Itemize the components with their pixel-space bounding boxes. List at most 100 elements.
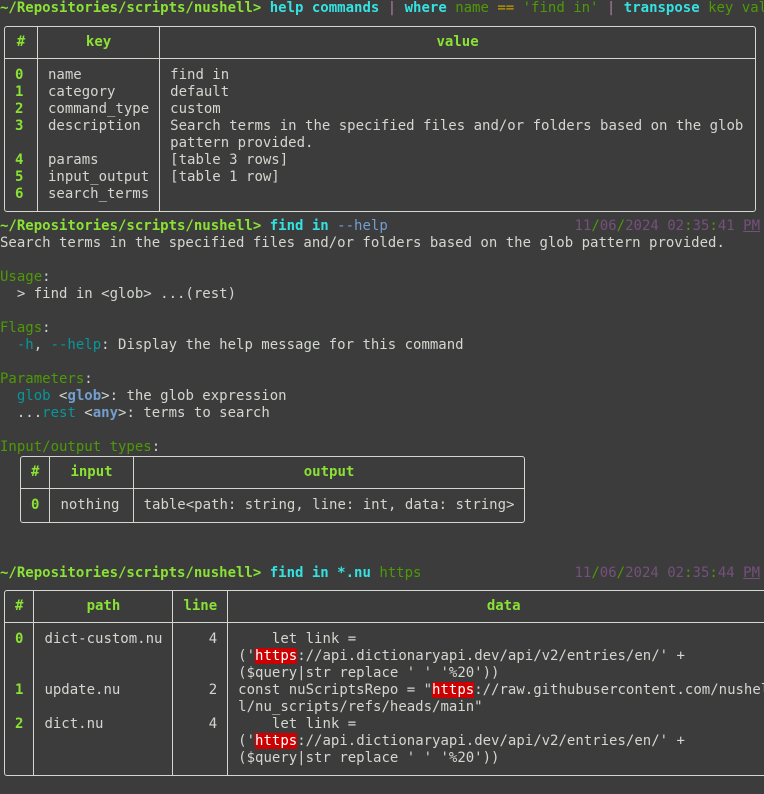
data-line: ($query|str replace ' ' '%20')) <box>238 750 500 766</box>
command-token: --help <box>337 218 388 234</box>
cell-key: command_type <box>37 101 159 118</box>
cell-key: search_terms <box>37 186 159 211</box>
command-text: help commands | where name == 'find in' … <box>270 0 764 16</box>
data-line: ($query|str replace ' ' '%20')) <box>238 665 500 681</box>
prompt-line-2: ~/Repositories/scripts/nushell> find in … <box>0 218 764 235</box>
command-token: where <box>404 0 447 16</box>
cell-key: input_output <box>37 169 159 186</box>
param-rest: ...rest <any>: terms to search <box>16 405 270 421</box>
table-row: 1 update.nu 2 const nuScriptsRepo = "https:… <box>5 682 764 716</box>
match-highlight: https <box>432 682 475 698</box>
match-highlight: https <box>255 648 298 664</box>
cell-input: nothing <box>49 489 132 522</box>
params-section: Parameters: <box>0 371 93 387</box>
flag-desc: : Display the help message for this comm… <box>101 337 464 353</box>
table-row: 2 command_type custom <box>5 101 755 118</box>
timestamp-month: 11 <box>574 565 592 581</box>
col-header-line: line <box>172 591 228 623</box>
command-text: find in --help <box>270 218 388 234</box>
row-index: 6 <box>15 186 24 202</box>
timestamp-m: 35 <box>692 218 710 234</box>
timestamp-ampm: PM <box>743 565 760 581</box>
row-index: 5 <box>15 169 24 185</box>
cell-data: let link = ('https://api.dictionaryapi.d… <box>227 623 764 682</box>
terminal: ~/Repositories/scripts/nushell> help com… <box>0 0 764 776</box>
param-name: rest <box>42 405 76 421</box>
flags-section: Flags: <box>0 320 51 336</box>
cell-data: let link = ('https://api.dictionaryapi.d… <box>227 716 764 775</box>
cell-value: default <box>159 84 755 101</box>
cell-output: table<path: string, line: int, data: str… <box>132 489 525 522</box>
timestamp-s: 44 <box>717 565 735 581</box>
io-table: # input output 0 nothing table<path: str… <box>20 456 526 523</box>
usage-header: Usage <box>0 269 43 285</box>
timestamp-h: 02 <box>667 218 685 234</box>
cell-path: dict.nu <box>33 716 172 775</box>
data-line: ('https://api.dictionaryapi.dev/api/v2/e… <box>238 733 685 749</box>
col-header-index: # <box>5 591 34 623</box>
row-index: 0 <box>15 67 24 83</box>
prompt-path: ~/Repositories/scripts/nushell> <box>0 565 262 581</box>
param-type: glob <box>67 388 102 404</box>
usage-section: Usage: <box>0 269 51 285</box>
row-index: 0 <box>15 631 24 647</box>
find-results-table: # path line data 0 dict-custom.nu 4 let li… <box>4 590 764 776</box>
data-line: ('https://api.dictionaryapi.dev/api/v2/e… <box>238 648 685 664</box>
cell-path: dict-custom.nu <box>33 623 172 682</box>
match-highlight: https <box>255 733 298 749</box>
row-index: 1 <box>15 84 24 100</box>
command-token: https <box>379 565 422 581</box>
param-desc: : the glob expression <box>109 388 287 404</box>
help-description: Search terms in the specified files and/… <box>0 235 725 251</box>
col-header-key: key <box>37 27 160 59</box>
command-token: find in *.nu <box>269 565 380 581</box>
table-row: 4 params [table 3 rows] <box>5 152 755 169</box>
cell-line: 4 <box>172 716 227 775</box>
col-header-data: data <box>227 591 764 623</box>
cell-key: description <box>37 118 159 152</box>
data-line: l/nu_scripts/refs/heads/main" <box>238 699 483 715</box>
param-desc: : terms to search <box>126 405 270 421</box>
timestamp-year: 2024 <box>625 218 659 234</box>
prompt-line-3: ~/Repositories/scripts/nushell> find in … <box>0 565 764 582</box>
table-row: 3 description Search terms in the specifie… <box>5 118 755 152</box>
timestamp-m: 35 <box>692 565 710 581</box>
table-row: 0 nothing table<path: string, line: int,… <box>21 489 524 522</box>
cell-key: name <box>37 59 159 84</box>
param-glob: glob <glob>: the glob expression <box>16 388 287 404</box>
cell-path: update.nu <box>33 682 172 716</box>
timestamp-day: 06 <box>599 565 617 581</box>
timestamp-year: 2024 <box>625 565 659 581</box>
cell-value: custom <box>159 101 755 118</box>
prompt-path: ~/Repositories/scripts/nushell> <box>0 0 262 16</box>
data-line: let link = <box>238 716 365 732</box>
timestamp-h: 02 <box>667 565 685 581</box>
row-index: 1 <box>15 682 24 698</box>
col-header-value: value <box>159 27 755 59</box>
cell-value <box>159 186 755 211</box>
table-row: 5 input_output [table 1 row] <box>5 169 755 186</box>
row-index: 2 <box>15 716 24 732</box>
timestamp: 11/06/2024 02:35:41 PM <box>574 218 761 234</box>
table-row: 1 category default <box>5 84 755 101</box>
row-index: 3 <box>15 118 24 134</box>
cell-key: category <box>37 84 159 101</box>
command-token: 'find in' <box>514 0 607 16</box>
cell-data: const nuScriptsRepo = "https://raw.githu… <box>227 682 764 716</box>
table-row: 0 name find in <box>5 59 755 84</box>
table-row: 2 dict.nu 4 let link = ('https://api.dicti… <box>5 716 764 775</box>
params-header: Parameters <box>0 371 85 387</box>
io-section: Input/output types: <box>0 439 161 455</box>
cell-value: find in <box>159 59 755 84</box>
col-header-index: # <box>5 27 37 59</box>
cell-value: [table 3 rows] <box>159 152 755 169</box>
prompt-line-1: ~/Repositories/scripts/nushell> help com… <box>0 0 764 17</box>
row-index: 2 <box>15 101 24 117</box>
row-index: 4 <box>15 152 24 168</box>
row-index: 0 <box>31 497 40 513</box>
col-header-input: input <box>49 457 133 489</box>
flag-long: --help <box>50 337 102 353</box>
table-row: 6 search_terms <box>5 186 755 211</box>
timestamp-day: 06 <box>599 218 617 234</box>
data-line: let link = <box>238 631 365 647</box>
